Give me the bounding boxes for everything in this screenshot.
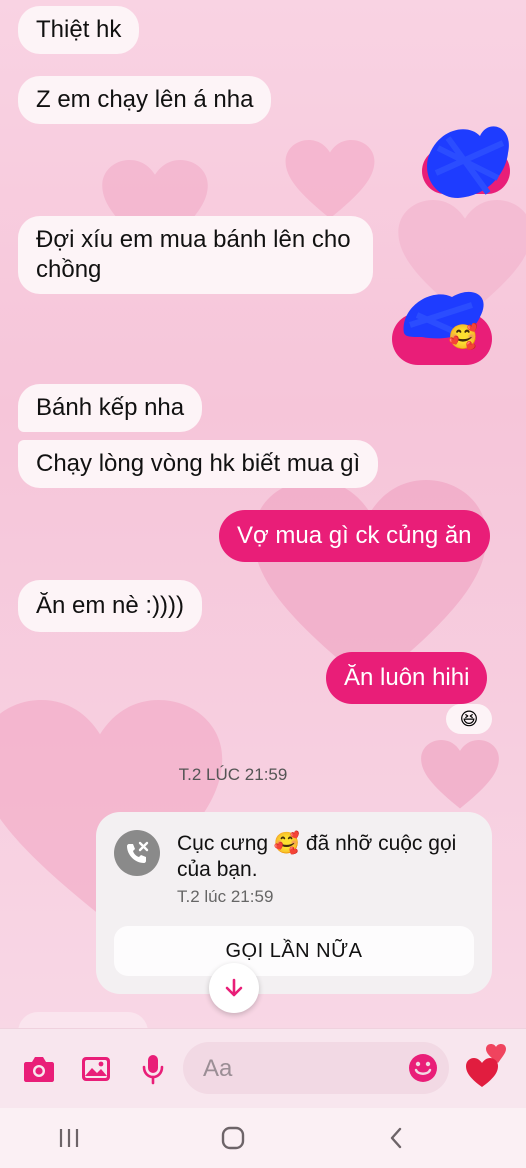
love-face-emoji: 🥰 (448, 324, 478, 351)
system-navigation-bar (0, 1108, 526, 1168)
missed-call-icon (114, 830, 160, 876)
message-outgoing[interactable]: Ăn luôn hihi (326, 652, 488, 704)
emoji-button[interactable] (407, 1052, 439, 1084)
smiley-icon (409, 1054, 437, 1082)
camera-button[interactable] (19, 1049, 59, 1089)
redacted-outgoing-message: 🥰 (392, 285, 494, 372)
message-incoming[interactable]: Đợi xíu em mua bánh lên cho chồng (18, 216, 373, 294)
timestamp-divider: T.2 LÚC 21:59 (178, 765, 288, 784)
missed-call-text: Cục cưng 🥰 đã nhỡ cuộc gọi của bạn. (177, 832, 457, 881)
recent-apps-icon (59, 1129, 79, 1147)
camera-icon (24, 1057, 54, 1082)
message-reaction[interactable]: 😆 (446, 704, 492, 734)
hearts-icon (466, 1044, 506, 1087)
microphone-icon (142, 1055, 164, 1085)
call-again-button[interactable]: GỌI LẦN NỮA (114, 926, 474, 976)
missed-call-card: Cục cưng 🥰 đã nhỡ cuộc gọi của bạn. T.2 … (96, 812, 492, 994)
message-incoming[interactable]: Ăn em nè :)))) (18, 580, 203, 632)
scroll-to-bottom-button[interactable] (209, 963, 259, 1013)
message-incoming[interactable]: Z em chạy lên á nha (18, 76, 272, 124)
message-incoming[interactable]: Chạy lòng vòng hk biết mua gì (18, 440, 379, 488)
home-button[interactable] (213, 1122, 253, 1154)
message-input[interactable] (201, 1042, 395, 1096)
redacted-outgoing-message (418, 118, 514, 209)
arrow-down-icon (225, 978, 243, 997)
message-incoming[interactable]: Bánh kếp nha (18, 384, 203, 432)
recent-apps-button[interactable] (49, 1122, 89, 1154)
microphone-button[interactable] (133, 1049, 173, 1089)
laughing-emoji: 😆 (459, 708, 479, 729)
message-input-container (183, 1042, 449, 1096)
back-button[interactable] (376, 1122, 416, 1154)
gallery-button[interactable] (76, 1049, 116, 1089)
home-icon (221, 1126, 245, 1150)
background-heart (285, 140, 375, 220)
composer-bar (0, 1028, 526, 1109)
missed-call-time: T.2 lúc 21:59 (177, 887, 274, 906)
image-icon (82, 1057, 110, 1081)
back-icon (390, 1127, 402, 1149)
send-hearts-button[interactable] (464, 1041, 514, 1091)
message-incoming[interactable]: Thiệt hk (18, 6, 140, 54)
message-outgoing[interactable]: Vợ mua gì ck củng ăn (219, 510, 490, 562)
